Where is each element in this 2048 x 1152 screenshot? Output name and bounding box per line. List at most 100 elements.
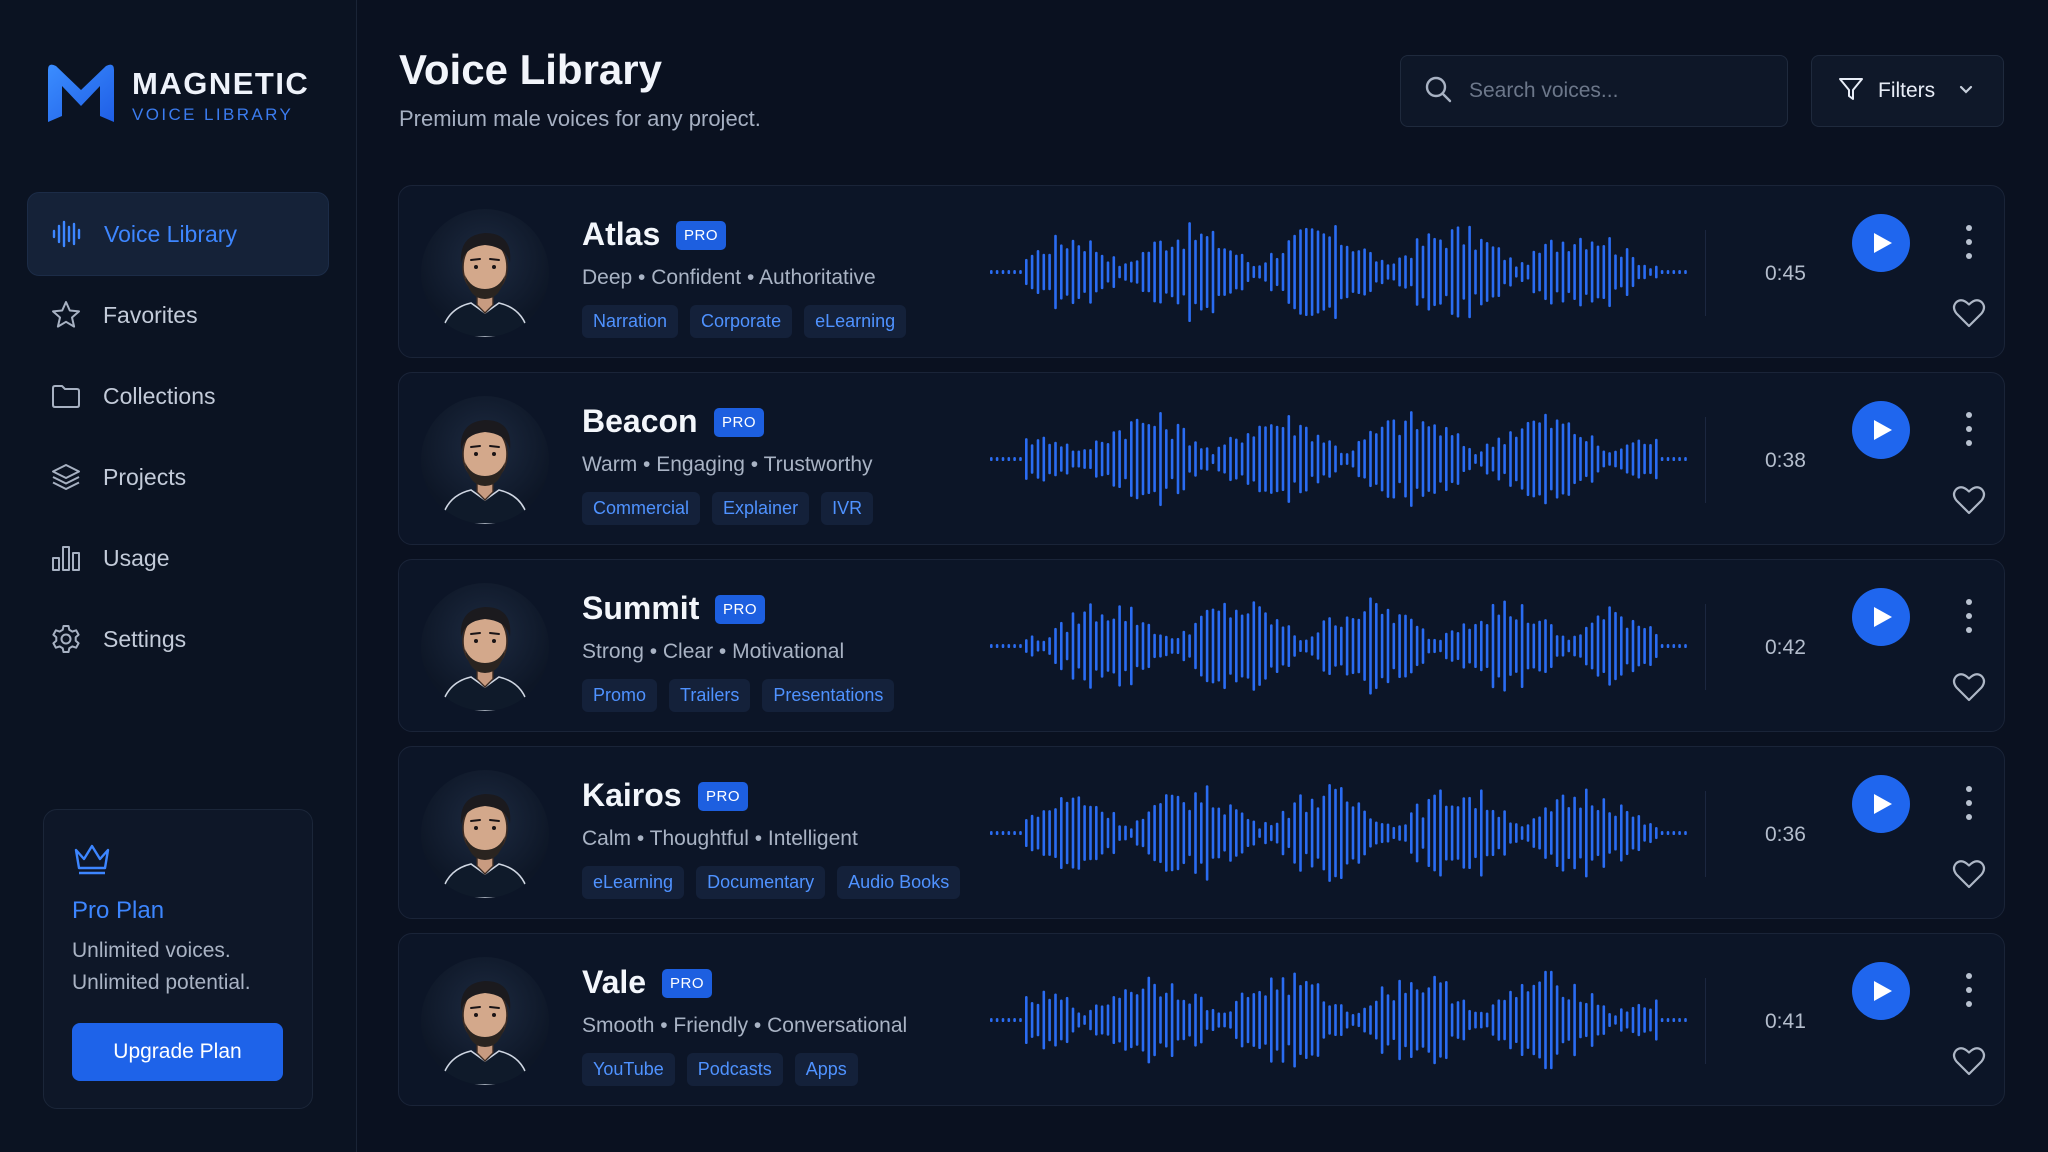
favorite-button[interactable] (1952, 858, 1986, 892)
waveform-bar (1124, 825, 1127, 841)
waveform-bar (1596, 1004, 1600, 1036)
favorite-button[interactable] (1952, 1045, 1986, 1079)
waveform-icon[interactable] (989, 962, 1689, 1078)
tag-chip[interactable]: Presentations (762, 679, 895, 712)
tag-chip[interactable]: Explainer (712, 492, 810, 525)
waveform-bar (1299, 794, 1302, 872)
brand-logo[interactable]: MAGNETIC VOICE LIBRARY (44, 56, 309, 135)
waveform-bar (1077, 1012, 1081, 1028)
waveform-bar (1357, 1012, 1361, 1028)
waveform-bar (1019, 270, 1022, 274)
waveform-bar (1100, 1005, 1104, 1035)
waveform-icon[interactable] (989, 588, 1689, 704)
play-button[interactable] (1852, 401, 1910, 459)
voice-card[interactable]: Vale PRO Smooth • Friendly • Conversatio… (398, 933, 2005, 1106)
waveform-bar (1491, 603, 1495, 689)
more-options-button[interactable] (1961, 409, 1977, 449)
tag-chip[interactable]: Corporate (690, 305, 793, 338)
sidebar-item-voice-library[interactable]: Voice Library (27, 192, 329, 276)
play-button[interactable] (1852, 775, 1910, 833)
sidebar-item-collections[interactable]: Collections (27, 354, 329, 438)
heart-icon (1952, 486, 1986, 515)
waveform-bar (1579, 634, 1582, 658)
waveform-icon (50, 217, 84, 251)
voice-duration: 0:45 (1765, 262, 1806, 285)
waveform-bar (1194, 622, 1197, 670)
waveform-bar (1468, 225, 1471, 319)
tag-chip[interactable]: Audio Books (837, 866, 961, 899)
waveform-bar (1252, 601, 1256, 691)
sidebar-item-projects[interactable]: Projects (27, 435, 329, 519)
tag-chip[interactable]: Podcasts (686, 1053, 783, 1086)
play-button[interactable] (1852, 962, 1910, 1020)
page-title: Voice Library (399, 46, 662, 93)
search-box[interactable] (1400, 55, 1788, 127)
sidebar-item-favorites[interactable]: Favorites (27, 273, 329, 357)
voice-traits: Warm • Engaging • Trustworthy (582, 453, 873, 476)
waveform-icon[interactable] (989, 401, 1689, 517)
waveform-bar (1579, 1001, 1582, 1039)
filters-button[interactable]: Filters (1811, 55, 2004, 127)
waveform-bar (1083, 1015, 1086, 1025)
waveform-bar (1386, 264, 1390, 280)
play-button[interactable] (1852, 214, 1910, 272)
waveform-bar (1526, 991, 1530, 1049)
favorite-button[interactable] (1952, 671, 1986, 705)
waveform-bar (1153, 633, 1156, 659)
search-input[interactable] (1469, 79, 1769, 103)
more-options-button[interactable] (1961, 970, 1977, 1010)
waveform-bar (1555, 419, 1559, 499)
more-options-button[interactable] (1961, 222, 1977, 262)
more-options-button[interactable] (1961, 783, 1977, 823)
waveform-bar (1124, 438, 1127, 480)
favorite-button[interactable] (1952, 297, 1986, 331)
waveform-bar (1526, 824, 1530, 842)
tag-chip[interactable]: Commercial (582, 492, 701, 525)
voice-card[interactable]: Summit PRO Strong • Clear • Motivational… (398, 559, 2005, 732)
tag-chip[interactable]: IVR (821, 492, 874, 525)
tag-chip[interactable]: YouTube (582, 1053, 675, 1086)
waveform-bar (1561, 996, 1565, 1044)
upgrade-plan-button[interactable]: Upgrade Plan (72, 1023, 283, 1081)
sidebar-item-usage[interactable]: Usage (27, 516, 329, 600)
tag-chip[interactable]: eLearning (582, 866, 685, 899)
waveform-bar (1316, 983, 1320, 1057)
sidebar-item-settings[interactable]: Settings (27, 597, 329, 681)
play-button[interactable] (1852, 588, 1910, 646)
waveform-bar (1456, 226, 1460, 318)
waveform-bar (1281, 810, 1285, 856)
waveform-bar (1497, 614, 1501, 678)
favorite-button[interactable] (1952, 484, 1986, 518)
voice-card[interactable]: Beacon PRO Warm • Engaging • Trustworthy… (398, 372, 2005, 545)
waveform-icon[interactable] (989, 214, 1689, 330)
waveform-bar (1229, 804, 1232, 862)
waveform-bar (1561, 423, 1565, 495)
voice-card[interactable]: Atlas PRO Deep • Confident • Authoritati… (398, 185, 2005, 358)
pro-badge: PRO (698, 782, 749, 811)
waveform-bar (1322, 1001, 1326, 1039)
voice-list: Atlas PRO Deep • Confident • Authoritati… (398, 185, 2005, 1120)
more-options-button[interactable] (1961, 596, 1977, 636)
tag-chip[interactable]: Trailers (669, 679, 751, 712)
waveform-bar (1106, 261, 1110, 283)
waveform-bar (1620, 616, 1623, 676)
waveform-bar (1515, 619, 1518, 673)
waveform-bar (1106, 1004, 1110, 1036)
waveform-icon[interactable] (989, 775, 1689, 891)
waveform-bar (1124, 263, 1127, 281)
waveform-bar (1229, 1011, 1232, 1029)
waveform-bar (1497, 999, 1501, 1041)
waveform-bar (1205, 785, 1209, 881)
tag-chip[interactable]: Documentary (696, 866, 826, 899)
tag-chip[interactable]: Narration (582, 305, 679, 338)
voice-card[interactable]: Kairos PRO Calm • Thoughtful • Intellige… (398, 746, 2005, 919)
waveform-bar (1275, 425, 1279, 493)
tag-chip[interactable]: eLearning (804, 305, 907, 338)
waveform-bar (1205, 447, 1209, 471)
waveform-bar (1672, 1018, 1676, 1022)
waveform-bar (1410, 411, 1413, 507)
waveform-bar (1223, 444, 1226, 474)
tag-chip[interactable]: Promo (582, 679, 658, 712)
waveform-bar (1590, 435, 1594, 483)
tag-chip[interactable]: Apps (794, 1053, 858, 1086)
